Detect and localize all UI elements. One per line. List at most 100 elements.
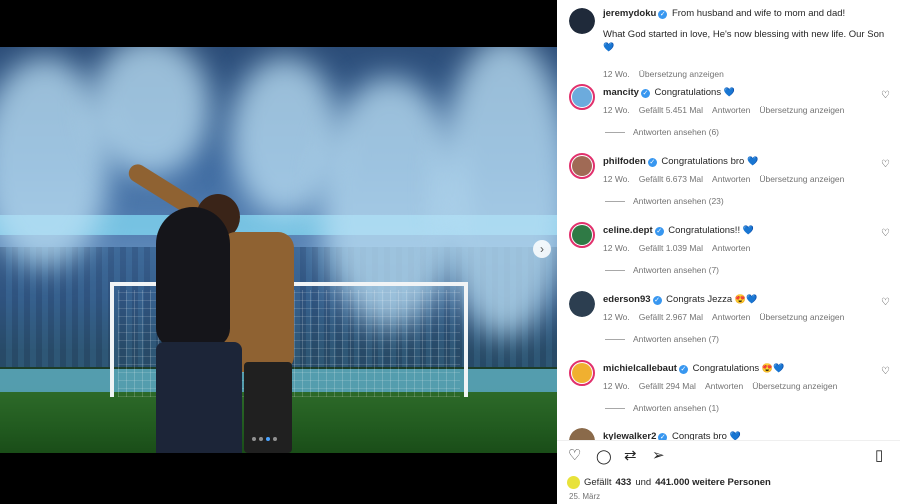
- view-replies-button[interactable]: Antworten ansehen (7): [605, 265, 719, 275]
- comment-text: Congratulations: [692, 363, 760, 374]
- likes-summary[interactable]: Gefällt 433 und 441.000 weitere Personen: [567, 476, 771, 489]
- commenter-username[interactable]: kylewalker2: [603, 431, 656, 440]
- comment-likes-count[interactable]: Gefällt 2.967 Mal: [639, 312, 703, 322]
- comment-heart-icon[interactable]: ♡: [881, 90, 890, 101]
- comment-item: michielcallebaut ✓ Congratulations 😍💙 12 …: [569, 360, 894, 420]
- commenter-username[interactable]: ederson93: [603, 294, 651, 305]
- comment-heart-icon[interactable]: ♡: [881, 228, 890, 239]
- comment-item: ederson93 ✓ Congrats Jezza 😍💙 12 Wo. Gefä…: [569, 291, 894, 351]
- commenter-username[interactable]: mancity: [603, 87, 639, 98]
- comment-heart-icon[interactable]: ♡: [881, 297, 890, 308]
- view-replies-label: Antworten ansehen (6): [633, 127, 719, 137]
- comment-meta: 12 Wo. Gefällt 2.967 Mal Antworten Übers…: [603, 312, 844, 322]
- reply-button[interactable]: Antworten: [712, 312, 750, 322]
- caption-age: 12 Wo.: [603, 69, 630, 79]
- verified-badge-icon: ✓: [658, 433, 668, 440]
- comment-item-partial: kylewalker2 ✓ Congrats bro 💙: [569, 428, 894, 440]
- post-action-bar: ♡ ◯ ⇄ ➢ ▯ Gefällt 433 und 441.000 weiter…: [557, 440, 900, 504]
- caption-text: jeremydoku ✓ From husband and wife to mom…: [603, 8, 893, 54]
- commenter-username[interactable]: celine.dept: [603, 225, 653, 236]
- author-username[interactable]: jeremydoku: [603, 8, 656, 19]
- carousel-dot: [252, 437, 256, 441]
- view-replies-button[interactable]: Antworten ansehen (6): [605, 127, 719, 137]
- view-replies-button[interactable]: Antworten ansehen (1): [605, 403, 719, 413]
- replies-divider: [605, 407, 625, 409]
- reply-button[interactable]: Antworten: [705, 381, 743, 391]
- translate-link[interactable]: Übersetzung anzeigen: [759, 312, 844, 322]
- translate-link[interactable]: Übersetzung anzeigen: [759, 105, 844, 115]
- comment-age: 12 Wo.: [603, 174, 630, 184]
- commenter-avatar[interactable]: [569, 360, 595, 386]
- verified-badge-icon: ✓: [652, 296, 662, 305]
- comment-age: 12 Wo.: [603, 312, 630, 322]
- commenter-avatar[interactable]: [569, 84, 595, 110]
- likes-count: 433: [615, 477, 632, 488]
- avatar-image: [572, 225, 592, 245]
- chevron-right-icon[interactable]: ›: [533, 240, 551, 258]
- blue-heart-icon: 💙: [729, 431, 741, 440]
- replies-divider: [605, 200, 625, 202]
- comment-age: 12 Wo.: [603, 381, 630, 391]
- view-replies-label: Antworten ansehen (7): [633, 334, 719, 344]
- carousel-dot: [273, 437, 277, 441]
- comment-likes-count[interactable]: Gefällt 5.451 Mal: [639, 105, 703, 115]
- view-replies-button[interactable]: Antworten ansehen (7): [605, 334, 719, 344]
- paper-plane-icon[interactable]: ➢: [652, 448, 665, 464]
- comment-heart-icon[interactable]: ♡: [881, 366, 890, 377]
- commenter-username[interactable]: michielcallebaut: [603, 363, 677, 374]
- blue-heart-icon: 💙: [723, 87, 735, 97]
- likes-and: und: [635, 477, 652, 488]
- comments-scroll[interactable]: jeremydoku ✓ From husband and wife to mom…: [557, 0, 900, 440]
- caption-translate-link[interactable]: Übersetzung anzeigen: [639, 69, 724, 79]
- comment-text: Congrats Jezza: [666, 294, 733, 305]
- comment-bubble-icon[interactable]: ◯: [596, 448, 612, 464]
- view-replies-button[interactable]: Antworten ansehen (23): [605, 196, 724, 206]
- commenter-avatar[interactable]: [569, 153, 595, 179]
- caption-meta: 12 Wo. Übersetzung anzeigen: [603, 69, 724, 79]
- woman-figure: [150, 207, 250, 453]
- author-avatar[interactable]: [569, 8, 595, 34]
- bookmark-icon[interactable]: ▯: [875, 448, 883, 464]
- carousel-dot: [259, 437, 263, 441]
- smoke-cloud: [90, 47, 210, 177]
- comment-item: mancity ✓ Congratulations 💙 12 Wo. Gefäll…: [569, 84, 894, 144]
- view-replies-label: Antworten ansehen (7): [633, 265, 719, 275]
- comment-likes-count[interactable]: Gefällt 294 Mal: [639, 381, 696, 391]
- reply-button[interactable]: Antworten: [712, 105, 750, 115]
- comment-line: celine.dept ✓ Congratulations!! 💙: [603, 225, 754, 236]
- comment-text: Congratulations!!: [668, 225, 741, 236]
- comment-text: Congratulations: [654, 87, 722, 98]
- view-replies-label: Antworten ansehen (23): [633, 196, 724, 206]
- comment-line: mancity ✓ Congratulations 💙: [603, 87, 735, 98]
- commenter-avatar[interactable]: [569, 291, 595, 317]
- verified-badge-icon: ✓: [647, 158, 657, 167]
- woman-jeans: [156, 342, 242, 453]
- commenter-avatar[interactable]: [569, 428, 595, 440]
- comments-panel: jeremydoku ✓ From husband and wife to mom…: [557, 0, 900, 504]
- avatar-image: [569, 428, 595, 440]
- reply-button[interactable]: Antworten: [712, 174, 750, 184]
- post-media-area: ›: [0, 0, 557, 504]
- commenter-avatar[interactable]: [569, 222, 595, 248]
- reply-button[interactable]: Antworten: [712, 243, 750, 253]
- comment-meta: 12 Wo. Gefällt 5.451 Mal Antworten Übers…: [603, 105, 844, 115]
- replies-divider: [605, 269, 625, 271]
- carousel-dots: [252, 437, 277, 441]
- woman-hair: [156, 207, 230, 347]
- repost-icon[interactable]: ⇄: [624, 448, 637, 464]
- comment-meta: 12 Wo. Gefällt 1.039 Mal Antworten: [603, 243, 750, 253]
- blue-heart-icon: 💙: [742, 225, 754, 235]
- translate-link[interactable]: Übersetzung anzeigen: [759, 174, 844, 184]
- post-photo: [0, 47, 557, 453]
- comment-likes-count[interactable]: Gefällt 1.039 Mal: [639, 243, 703, 253]
- comment-likes-count[interactable]: Gefällt 6.673 Mal: [639, 174, 703, 184]
- liker-avatar: [567, 476, 580, 489]
- translate-link[interactable]: Übersetzung anzeigen: [752, 381, 837, 391]
- comment-heart-icon[interactable]: ♡: [881, 159, 890, 170]
- comment-age: 12 Wo.: [603, 243, 630, 253]
- heart-outline-icon[interactable]: ♡: [568, 448, 581, 464]
- emoji-hearts-icon: 😍💙: [734, 294, 758, 304]
- comment-line: philfoden ✓ Congratulations bro 💙: [603, 156, 758, 167]
- view-replies-label: Antworten ansehen (1): [633, 403, 719, 413]
- commenter-username[interactable]: philfoden: [603, 156, 646, 167]
